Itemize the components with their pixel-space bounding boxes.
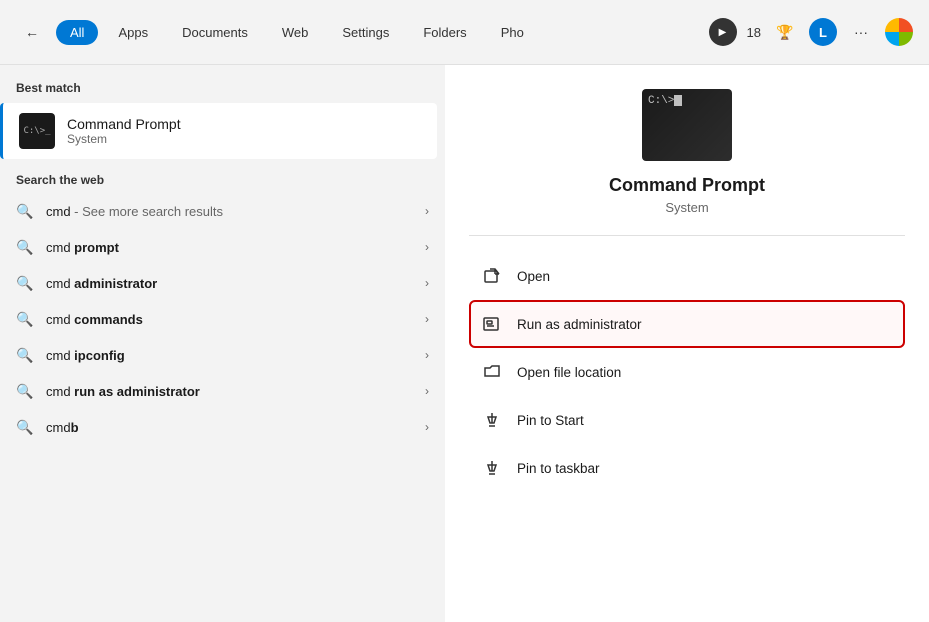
- search-text-3: cmd commands: [46, 312, 413, 327]
- folder-icon: [481, 361, 503, 383]
- play-button[interactable]: ▶: [709, 18, 737, 46]
- tab-documents[interactable]: Documents: [168, 20, 262, 45]
- right-panel: Command Prompt System Open Run as adminis…: [445, 65, 929, 622]
- best-match-label: Best match: [0, 81, 445, 103]
- more-options-button[interactable]: ···: [847, 18, 875, 46]
- pin-icon: [481, 409, 503, 431]
- app-title: Command Prompt: [609, 175, 765, 196]
- search-text-1: cmd prompt: [46, 240, 413, 255]
- pin-icon-2: [481, 457, 503, 479]
- chevron-icon-0: ›: [425, 204, 429, 218]
- best-match-app-name: Command Prompt: [67, 116, 181, 132]
- search-icon-1: 🔍: [16, 238, 34, 256]
- search-item-1[interactable]: 🔍 cmd prompt ›: [0, 229, 445, 265]
- search-icon-4: 🔍: [16, 346, 34, 364]
- main-content: Best match C:\>_ Command Prompt System S…: [0, 65, 929, 622]
- search-item-6[interactable]: 🔍 cmdb ›: [0, 409, 445, 445]
- action-open[interactable]: Open: [469, 252, 905, 300]
- best-match-text: Command Prompt System: [67, 116, 181, 146]
- app-subtitle: System: [665, 200, 708, 215]
- search-item-3[interactable]: 🔍 cmd commands ›: [0, 301, 445, 337]
- action-pin-start[interactable]: Pin to Start: [469, 396, 905, 444]
- action-label-open: Open: [517, 269, 550, 284]
- chevron-icon-3: ›: [425, 312, 429, 326]
- search-item-4[interactable]: 🔍 cmd ipconfig ›: [0, 337, 445, 373]
- search-text-2: cmd administrator: [46, 276, 413, 291]
- cmd-preview-icon: [642, 89, 732, 161]
- search-icon-3: 🔍: [16, 310, 34, 328]
- search-icon-2: 🔍: [16, 274, 34, 292]
- action-run-admin[interactable]: Run as administrator: [469, 300, 905, 348]
- search-items-list: 🔍 cmd - See more search results › 🔍 cmd prom…: [0, 193, 445, 445]
- search-item-5[interactable]: 🔍 cmd run as administrator ›: [0, 373, 445, 409]
- open-icon: [481, 265, 503, 287]
- top-bar: ← AllAppsDocumentsWebSettingsFoldersPho …: [0, 0, 929, 65]
- filter-tabs: AllAppsDocumentsWebSettingsFolders Pho: [56, 20, 701, 45]
- search-item-0[interactable]: 🔍 cmd - See more search results ›: [0, 193, 445, 229]
- best-match-app-sub: System: [67, 132, 181, 146]
- left-panel: Best match C:\>_ Command Prompt System S…: [0, 65, 445, 622]
- search-text-5: cmd run as administrator: [46, 384, 413, 399]
- action-label-pin-start: Pin to Start: [517, 413, 584, 428]
- tab-apps[interactable]: Apps: [104, 20, 162, 45]
- search-icon-0: 🔍: [16, 202, 34, 220]
- web-section-label: Search the web: [0, 159, 445, 193]
- back-button[interactable]: ←: [16, 16, 48, 48]
- search-text-6: cmdb: [46, 420, 413, 435]
- chevron-icon-1: ›: [425, 240, 429, 254]
- tab-settings[interactable]: Settings: [328, 20, 403, 45]
- action-label-open-location: Open file location: [517, 365, 621, 380]
- chevron-icon-4: ›: [425, 348, 429, 362]
- app-preview: Command Prompt System: [469, 89, 905, 236]
- search-text-4: cmd ipconfig: [46, 348, 413, 363]
- cmd-app-icon: C:\>_: [19, 113, 55, 149]
- tab-all[interactable]: All: [56, 20, 98, 45]
- action-label-pin-taskbar: Pin to taskbar: [517, 461, 600, 476]
- best-match-item[interactable]: C:\>_ Command Prompt System: [0, 103, 437, 159]
- admin-icon: [481, 313, 503, 335]
- action-label-run-admin: Run as administrator: [517, 317, 642, 332]
- badge-count: 18: [747, 25, 761, 40]
- chevron-icon-5: ›: [425, 384, 429, 398]
- search-item-2[interactable]: 🔍 cmd administrator ›: [0, 265, 445, 301]
- tab-folders[interactable]: Folders: [409, 20, 480, 45]
- user-avatar[interactable]: L: [809, 18, 837, 46]
- chevron-icon-6: ›: [425, 420, 429, 434]
- search-icon-5: 🔍: [16, 382, 34, 400]
- action-open-location[interactable]: Open file location: [469, 348, 905, 396]
- top-right-controls: ▶ 18 🏆 L ···: [709, 18, 913, 46]
- tab-web[interactable]: Web: [268, 20, 323, 45]
- tab-photos[interactable]: Pho: [487, 20, 538, 45]
- action-pin-taskbar[interactable]: Pin to taskbar: [469, 444, 905, 492]
- action-list: Open Run as administrator Open file locati…: [469, 252, 905, 492]
- copilot-logo[interactable]: [885, 18, 913, 46]
- search-icon-6: 🔍: [16, 418, 34, 436]
- search-text-0: cmd - See more search results: [46, 204, 413, 219]
- trophy-icon-button[interactable]: 🏆: [771, 18, 799, 46]
- chevron-icon-2: ›: [425, 276, 429, 290]
